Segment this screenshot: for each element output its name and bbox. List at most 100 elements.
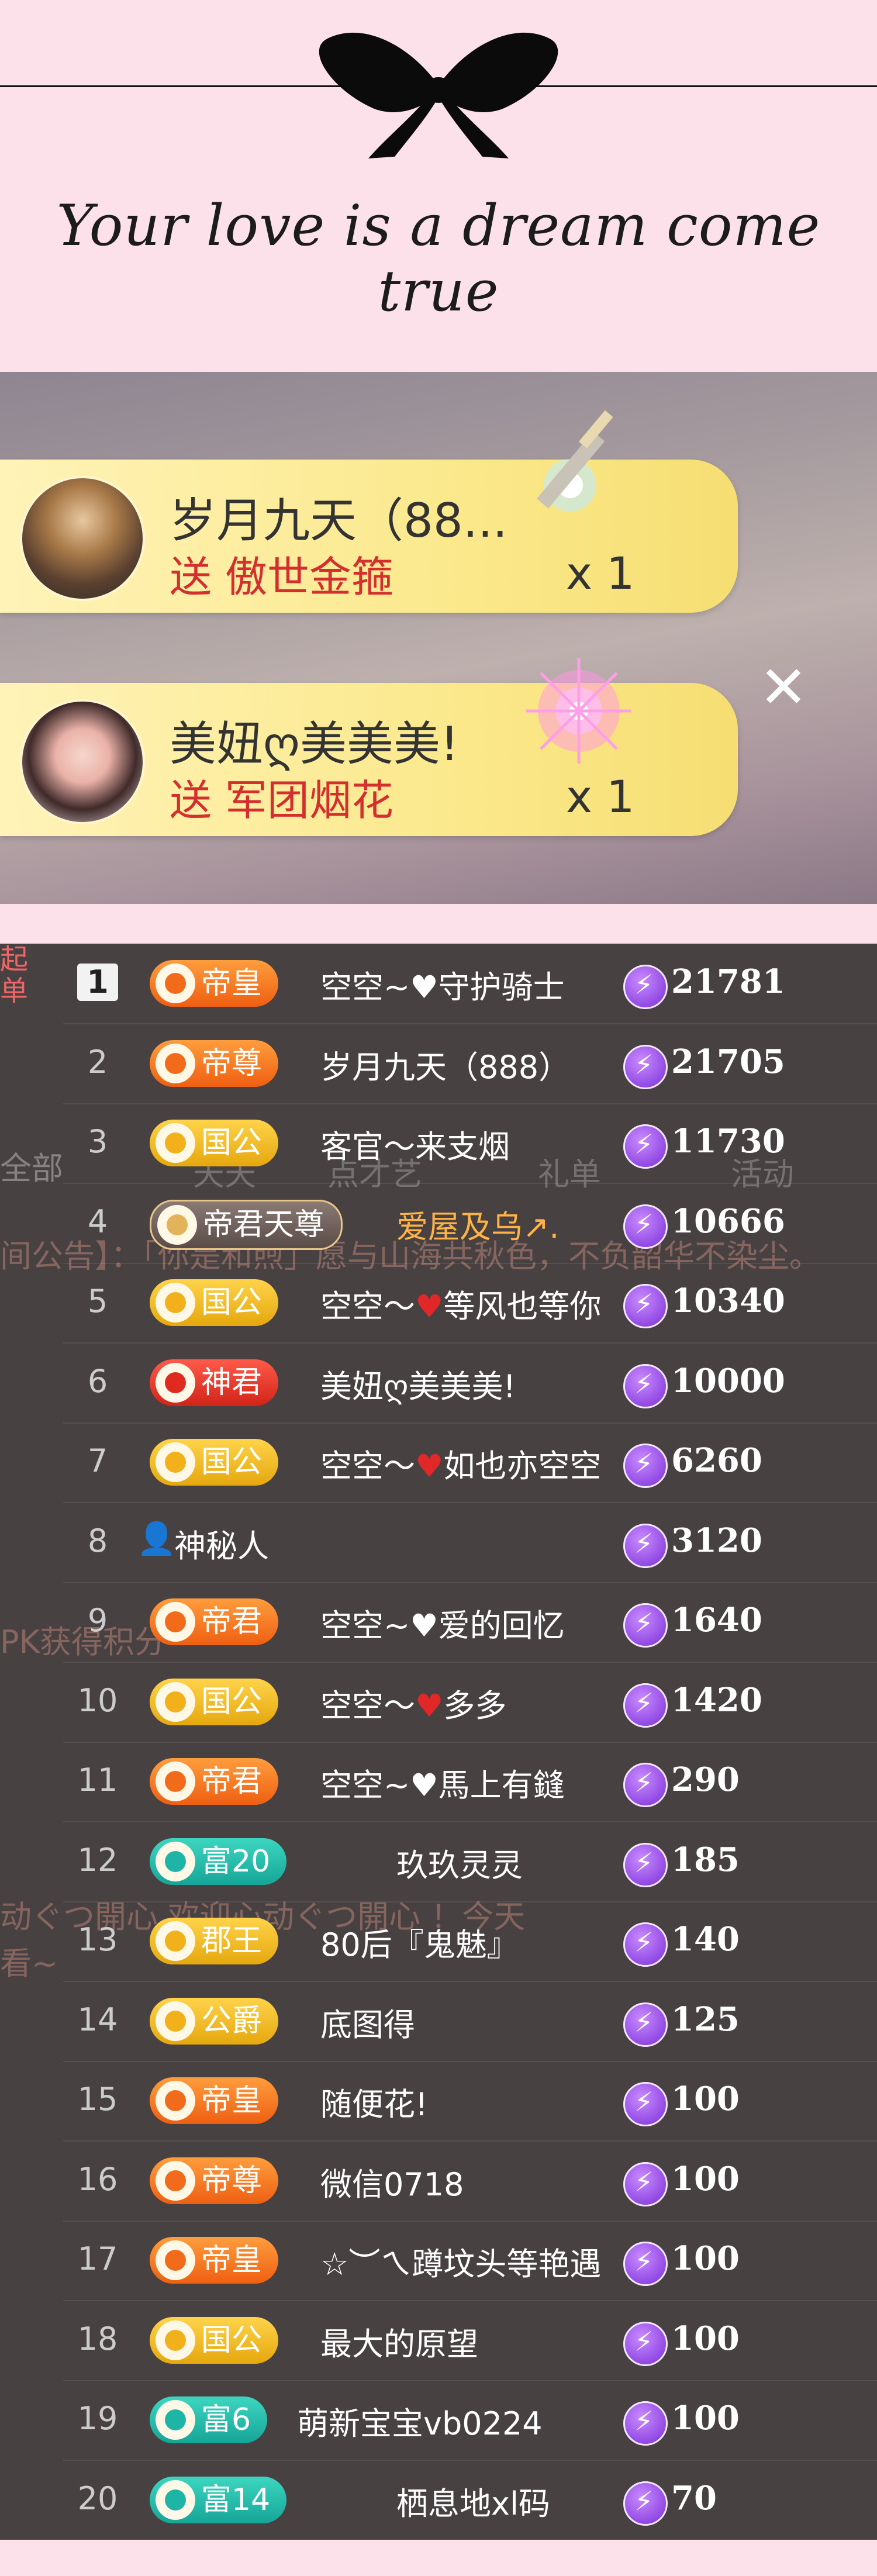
rank-number: 6: [87, 1362, 108, 1400]
badge-icon: [156, 1043, 195, 1083]
rank-row[interactable]: 7 国公 空空～♥如也亦空空 6260: [63, 1422, 877, 1503]
score-value: 11730: [671, 1122, 785, 1161]
badge-label: 帝君天尊: [203, 1207, 325, 1242]
lightning-icon: [623, 1204, 668, 1249]
rank-row[interactable]: 9 帝君 空空~♥爱的回忆 1640: [63, 1582, 877, 1663]
heart-icon: ♥: [410, 1607, 438, 1644]
rank-row[interactable]: 17 帝皇 ☆︶ㄟ蹲坟头等艳遇 100: [63, 2221, 877, 2301]
badge-icon: [156, 1681, 195, 1722]
user-name[interactable]: 美妞ღ美美美!: [320, 1360, 516, 1407]
score-value: 140: [671, 1920, 740, 1959]
rank-row[interactable]: 12 富20 玖玖灵灵 185: [63, 1822, 877, 1902]
bottom-strip: [0, 2540, 877, 2576]
user-name[interactable]: 空空～♥如也亦空空: [320, 1440, 601, 1486]
rank-row[interactable]: 8 👤神秘人 3120: [63, 1503, 877, 1583]
user-name[interactable]: 神秘人: [174, 1520, 269, 1566]
badge-icon: [156, 1362, 195, 1403]
user-name[interactable]: 微信0718: [320, 2159, 464, 2205]
badge-icon: [156, 1123, 195, 1163]
badge-icon: [156, 2240, 195, 2280]
lightning-icon: [623, 1922, 668, 1967]
rank-row[interactable]: 10 国公 空空～♥多多 1420: [63, 1662, 877, 1743]
score-value: 1640: [671, 1601, 762, 1639]
score-value: 21705: [671, 1042, 785, 1081]
level-badge: 帝君: [150, 1598, 279, 1645]
user-name[interactable]: 栖息地xl码: [396, 2478, 550, 2524]
gift-rank-list[interactable]: 全部 天天 点才艺 礼单 活动 间公告】：「你是和煦」愿与山海共秋色，不负韶华不…: [0, 944, 877, 2540]
level-badge: 国公: [150, 1678, 279, 1725]
user-name[interactable]: 底图得: [320, 1999, 415, 2045]
level-badge: 神君: [150, 1359, 279, 1406]
user-name-text: 空空~: [320, 1767, 410, 1804]
gift-sender-name: 美妞ღ美美美!: [170, 717, 459, 771]
rank-row[interactable]: 5 国公 空空～♥等风也等你 10340: [63, 1263, 877, 1344]
user-name[interactable]: 空空~♥爱的回忆: [320, 1600, 565, 1646]
rank-number: 20: [77, 2480, 118, 2517]
score-value: 70: [671, 2478, 717, 2518]
gift-send-text: 送 军团烟花: [170, 776, 393, 825]
rank-row[interactable]: 1 帝皇 空空~♥守护骑士 21781: [63, 944, 877, 1024]
gift-send-text: 送 傲世金箍: [170, 553, 393, 602]
user-name-text: 栖息地xl码: [396, 2485, 550, 2522]
rank-row[interactable]: 16 帝尊 微信0718 100: [63, 2141, 877, 2222]
rank-row[interactable]: 19 富6 萌新宝宝vb0224 100: [63, 2380, 877, 2461]
rank-row[interactable]: 20 富14 栖息地xl码 70: [63, 2460, 877, 2540]
rank-number: 8: [87, 1522, 108, 1559]
tagline: Your love is a dream come true: [56, 193, 821, 324]
score-value: 6260: [671, 1441, 762, 1480]
side-tab[interactable]: 起单: [0, 944, 28, 1061]
user-name[interactable]: 空空～♥等风也等你: [320, 1280, 601, 1327]
user-name-text: 空空～: [320, 1288, 415, 1325]
rank-number: 11: [77, 1762, 118, 1798]
user-name[interactable]: 空空~♥馬上有鏠: [320, 1759, 565, 1805]
avatar[interactable]: [20, 699, 145, 824]
rank-row[interactable]: 11 帝君 空空~♥馬上有鏠 290: [63, 1742, 877, 1822]
rank-row[interactable]: 3 国公 客官～来支烟 11730: [63, 1103, 877, 1184]
rank-row[interactable]: 2 帝尊 岁月九天（888） 21705: [63, 1024, 877, 1104]
level-badge: 帝皇: [150, 2237, 279, 2284]
chat-tail: 看~: [0, 1945, 58, 1982]
user-name[interactable]: 80后『鬼魅』: [320, 1919, 519, 1965]
user-name[interactable]: 爱屋及乌↗.: [396, 1201, 559, 1247]
score-value: 290: [671, 1760, 740, 1799]
user-name-text: 岁月九天（888）: [320, 1048, 571, 1086]
rank-row[interactable]: 4 帝君天尊 爱屋及乌↗. 10666: [63, 1183, 877, 1264]
rank-row[interactable]: 6 神君 美妞ღ美美美! 10000: [63, 1343, 877, 1424]
rank-row[interactable]: 15 帝皇 随便花! 100: [63, 2061, 877, 2142]
user-name[interactable]: 萌新宝宝vb0224: [297, 2398, 543, 2444]
badge-label: 富14: [201, 2482, 271, 2518]
lightning-icon: [623, 2242, 668, 2286]
user-name-text: 美妞ღ美美美!: [320, 1368, 516, 1405]
badge-icon: [156, 964, 195, 1003]
rank-row[interactable]: 14 公爵 底图得 125: [63, 1981, 877, 2062]
level-badge: 富20: [150, 1838, 287, 1885]
lightning-icon: [623, 965, 668, 1009]
rank-number: 15: [77, 2081, 118, 2118]
badge-label: 国公: [201, 1125, 263, 1161]
level-badge: 国公: [150, 1120, 279, 1166]
user-name-text: 爱屋及乌↗.: [396, 1208, 560, 1245]
rank-number: 13: [77, 1921, 118, 1958]
user-name[interactable]: 随便花!: [320, 2078, 428, 2125]
badge-label: 帝皇: [201, 2083, 263, 2118]
score-value: 21781: [671, 962, 785, 1001]
user-name[interactable]: 最大的原望: [320, 2318, 478, 2364]
user-name[interactable]: 岁月九天（888）: [320, 1041, 570, 1087]
close-icon[interactable]: ✕: [754, 658, 813, 717]
user-name[interactable]: 客官～来支烟: [320, 1121, 510, 1167]
rank-row[interactable]: 18 国公 最大的原望 100: [63, 2301, 877, 2381]
user-name[interactable]: 空空~♥守护骑士: [320, 961, 565, 1007]
user-name[interactable]: ☆︶ㄟ蹲坟头等艳遇: [320, 2238, 601, 2284]
user-name-text: 萌新宝宝vb0224: [297, 2405, 543, 2442]
firework-icon: [526, 658, 631, 764]
user-name[interactable]: 玖玖灵灵: [396, 1839, 523, 1886]
avatar[interactable]: [20, 476, 145, 601]
gift-notification-panel: 岁月九天（88... 送 傲世金箍 x 1 美妞ღ美美美! 送 军团烟花 x 1…: [0, 372, 877, 904]
level-badge: 帝尊: [150, 1040, 279, 1087]
user-name-text: 客官～来支烟: [320, 1128, 510, 1165]
heart-icon: ♥: [410, 1767, 438, 1804]
heart-icon: ♥: [415, 1448, 444, 1484]
rank-row[interactable]: 13 郡王 80后『鬼魅』 140: [63, 1901, 877, 1982]
user-name[interactable]: 空空～♥多多: [320, 1680, 506, 1726]
user-name-text: 空空~: [320, 1607, 410, 1644]
